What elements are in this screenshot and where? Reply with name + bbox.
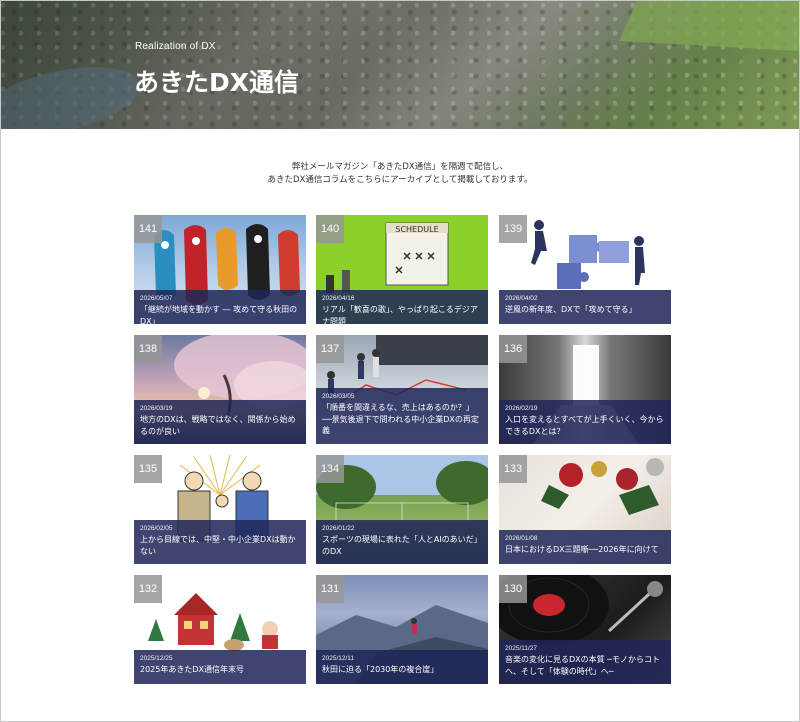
article-grid: 141 2026/05/07 「継続が地域を動かす ― 攻めて守る秋田のDX」 … (134, 215, 671, 685)
article-title[interactable]: スポーツの現場に表れた「人とAIのあいだ」のDX (322, 534, 482, 557)
article-caption: 2025/12/11 秋田に迫る「2030年の複合崖」 (316, 650, 488, 684)
article-number: 134 (316, 455, 344, 483)
article-date: 2025/12/25 (140, 655, 173, 662)
article-date: 2026/03/05 (322, 393, 355, 400)
article-caption: 2026/05/07 「継続が地域を動かす ― 攻めて守る秋田のDX」 (134, 290, 306, 324)
article-card[interactable]: 135 2026/02/05 上から目線では、中堅・中小企業DXは動かない (134, 455, 306, 564)
article-number: 132 (134, 575, 162, 603)
article-number: 136 (499, 335, 527, 363)
article-card[interactable]: 131 2025/12/11 秋田に迫る「2030年の複合崖」 (316, 575, 488, 684)
article-title[interactable]: 入口を変えるとすべてが上手くいく、今からできるDXとは？ (505, 414, 665, 437)
article-date: 2025/12/11 (322, 655, 355, 662)
article-title[interactable]: 上から目線では、中堅・中小企業DXは動かない (140, 534, 300, 557)
article-number: 138 (134, 335, 162, 363)
article-title[interactable]: 秋田に迫る「2030年の複合崖」 (322, 664, 482, 676)
article-caption: 2026/01/22 スポーツの現場に表れた「人とAIのあいだ」のDX (316, 520, 488, 564)
article-number: 130 (499, 575, 527, 603)
article-card[interactable]: SCHEDULE 140 2026/04/16 リアル「歓喜の歌」、やっぱり起こ… (316, 215, 488, 324)
article-date: 2026/03/19 (140, 405, 173, 412)
svg-text:SCHEDULE: SCHEDULE (395, 225, 438, 234)
article-caption: 2026/02/19 入口を変えるとすべてが上手くいく、今からできるDXとは？ (499, 400, 671, 444)
article-title[interactable]: 2025年あきたDX通信年末号 (140, 664, 300, 676)
article-title[interactable]: 「順番を間違えるな、売上はあるのか？」──景気後退下で問われる中小企業DXの再定… (322, 402, 482, 437)
article-caption: 2025/12/25 2025年あきたDX通信年末号 (134, 650, 306, 684)
intro-line-2: あきたDX通信コラムをこちらにアーカイブとして掲載しております。 (267, 175, 533, 185)
hero-banner: Realization of DX あきたDX通信 (1, 1, 799, 129)
article-card[interactable]: 136 2026/02/19 入口を変えるとすべてが上手くいく、今からできるDX… (499, 335, 671, 444)
article-caption: 2026/04/02 逆風の新年度、DXで「攻めて守る」 (499, 290, 671, 324)
article-number: 137 (316, 335, 344, 363)
article-number: 140 (316, 215, 344, 243)
article-card[interactable]: 141 2026/05/07 「継続が地域を動かす ― 攻めて守る秋田のDX」 (134, 215, 306, 324)
article-number: 141 (134, 215, 162, 243)
article-title[interactable]: 「継続が地域を動かす ― 攻めて守る秋田のDX」 (140, 304, 300, 324)
article-caption: 2025/11/27 音楽の変化に見るDXの本質 ─モノからコトへ、そして「体験… (499, 640, 671, 684)
article-card[interactable]: 132 2025/12/25 2025年あきたDX通信年末号 (134, 575, 306, 684)
article-date: 2026/04/02 (505, 295, 538, 302)
article-title[interactable]: リアル「歓喜の歌」、やっぱり起こるデジアナ問題 (322, 304, 482, 324)
hero-subtitle: Realization of DX (135, 41, 216, 52)
article-title[interactable]: 地方のDXは、戦略ではなく、関係から始めるのが良い (140, 414, 300, 437)
article-card[interactable]: 134 2026/01/22 スポーツの現場に表れた「人とAIのあいだ」のDX (316, 455, 488, 564)
article-caption: 2026/03/19 地方のDXは、戦略ではなく、関係から始めるのが良い (134, 400, 306, 444)
article-caption: 2026/03/05 「順番を間違えるな、売上はあるのか？」──景気後退下で問わ… (316, 388, 488, 444)
article-title[interactable]: 逆風の新年度、DXで「攻めて守る」 (505, 304, 665, 316)
article-date: 2026/02/19 (505, 405, 538, 412)
article-number: 133 (499, 455, 527, 483)
article-caption: 2026/02/05 上から目線では、中堅・中小企業DXは動かない (134, 520, 306, 564)
article-caption: 2026/04/16 リアル「歓喜の歌」、やっぱり起こるデジアナ問題 (316, 290, 488, 324)
article-date: 2026/01/08 (505, 535, 538, 542)
article-title[interactable]: 日本におけるDX三題噺──2026年に向けて (505, 544, 665, 556)
article-date: 2025/11/27 (505, 645, 538, 652)
article-card[interactable]: 130 2025/11/27 音楽の変化に見るDXの本質 ─モノからコトへ、そし… (499, 575, 671, 684)
article-card[interactable]: 138 2026/03/19 地方のDXは、戦略ではなく、関係から始めるのが良い (134, 335, 306, 444)
article-date: 2026/01/22 (322, 525, 355, 532)
article-date: 2026/02/05 (140, 525, 173, 532)
article-date: 2026/04/16 (322, 295, 355, 302)
article-number: 131 (316, 575, 344, 603)
page-title: あきたDX通信 (134, 68, 300, 97)
article-card[interactable]: 133 2026/01/08 日本におけるDX三題噺──2026年に向けて (499, 455, 671, 564)
article-card[interactable]: 139 2026/04/02 逆風の新年度、DXで「攻めて守る」 (499, 215, 671, 324)
article-caption: 2026/01/08 日本におけるDX三題噺──2026年に向けて (499, 530, 671, 564)
article-title[interactable]: 音楽の変化に見るDXの本質 ─モノからコトへ、そして「体験の時代」へ─ (505, 654, 665, 677)
article-number: 135 (134, 455, 162, 483)
intro-text: 弊社メールマガジン「あきたDX通信」を隔週で配信し、 あきたDX通信コラムをこち… (1, 161, 799, 187)
article-card[interactable]: 137 2026/03/05 「順番を間違えるな、売上はあるのか？」──景気後退… (316, 335, 488, 444)
page-frame: Realization of DX あきたDX通信 弊社メールマガジン「あきたD… (0, 0, 800, 722)
intro-line-1: 弊社メールマガジン「あきたDX通信」を隔週で配信し、 (291, 162, 509, 172)
article-number: 139 (499, 215, 527, 243)
article-date: 2026/05/07 (140, 295, 173, 302)
